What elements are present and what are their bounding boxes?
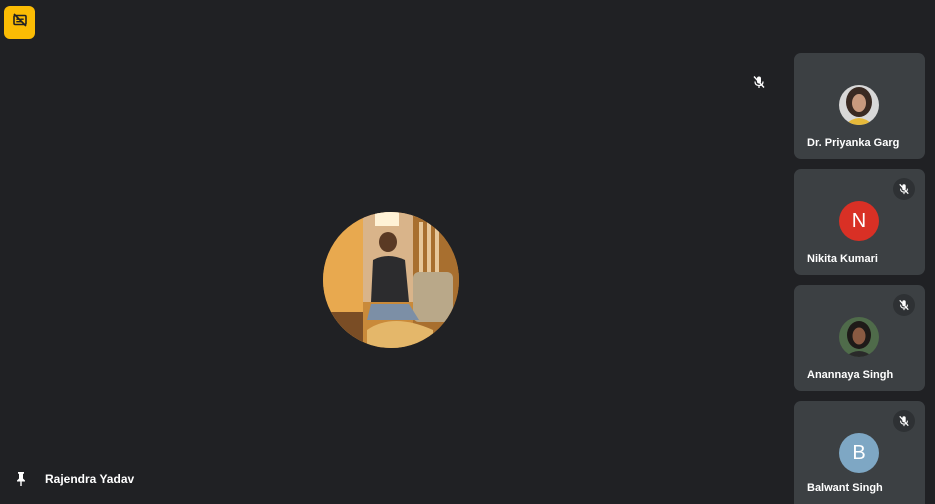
meeting-stage: Rajendra Yadav Dr. Priyanka Garg N Nikit…	[0, 0, 935, 504]
participant-avatar: N	[839, 201, 879, 241]
presenter-avatar	[323, 212, 459, 348]
mic-off-icon	[893, 410, 915, 432]
participant-name: Anannaya Singh	[807, 369, 894, 381]
participant-tile[interactable]: Dr. Priyanka Garg	[794, 53, 925, 159]
participant-avatar	[839, 85, 879, 125]
participant-tile[interactable]: B Balwant Singh	[794, 401, 925, 504]
participant-name: Nikita Kumari	[807, 253, 878, 265]
participant-tile[interactable]: Anannaya Singh	[794, 285, 925, 391]
mic-off-icon	[893, 178, 915, 200]
captions-off-button[interactable]	[4, 6, 35, 39]
participant-avatar: B	[839, 433, 879, 473]
presenter-name: Rajendra Yadav	[45, 472, 135, 486]
participant-tile[interactable]: N Nikita Kumari	[794, 169, 925, 275]
pin-icon[interactable]	[12, 470, 30, 488]
presenter-label-row: Rajendra Yadav	[12, 470, 134, 488]
avatar-initial: N	[851, 209, 867, 232]
participant-avatar	[839, 317, 879, 357]
captions-off-icon	[12, 12, 28, 33]
mic-off-icon	[893, 294, 915, 316]
participant-name: Dr. Priyanka Garg	[807, 137, 900, 149]
participant-name: Balwant Singh	[807, 482, 883, 494]
avatar-initial: B	[852, 441, 866, 464]
presenter-mic-off-icon	[750, 73, 768, 91]
